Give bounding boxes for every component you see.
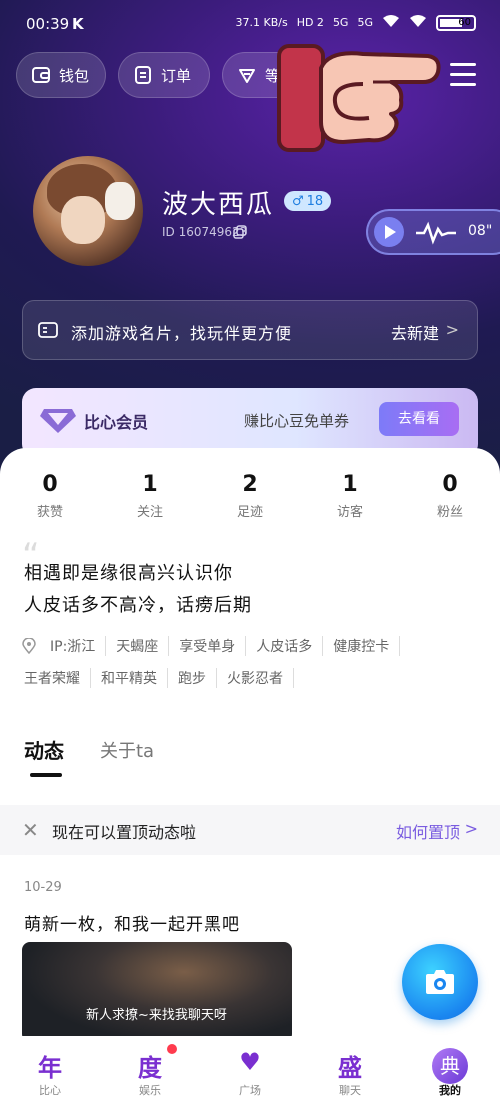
how-to-pin-link[interactable]: 如何置顶 [396, 819, 460, 843]
game-card-text: 添加游戏名片，找玩伴更方便 [71, 324, 293, 343]
nav-me[interactable]: 典 我的 [400, 1036, 500, 1109]
signal-icon: 5G [332, 16, 349, 29]
tag-item: 跑步 [168, 668, 217, 688]
tag-item: 享受单身 [169, 636, 247, 656]
nav-chat-icon: 盛 [338, 1054, 362, 1082]
copy-icon[interactable] [233, 225, 247, 239]
orders-label: 订单 [161, 66, 192, 85]
create-game-card-link[interactable]: 去新建 [391, 320, 439, 344]
level-icon [239, 69, 255, 83]
camera-button[interactable] [402, 944, 478, 1020]
bio-line: 相遇即是缘很高兴认识你 [24, 563, 233, 584]
post-image[interactable]: 新人求撩~来找我聊天呀 [22, 942, 292, 1042]
nav-entertainment-icon: 度 [138, 1054, 162, 1082]
camera-icon [426, 970, 454, 994]
tag-row: 王者荣耀 和平精英 跑步 火影忍者 [24, 668, 294, 688]
nav-entertainment[interactable]: 度 娱乐 [100, 1036, 200, 1109]
tag-item: 天蝎座 [106, 636, 170, 656]
net-speed: 37.1 KB/s [235, 16, 288, 29]
voice-duration: 08" [468, 223, 493, 239]
menu-icon[interactable] [450, 63, 476, 93]
nav-label: 比心 [39, 1084, 61, 1097]
status-time: 00:39 [26, 15, 70, 33]
signal-icon: 5G [357, 16, 373, 29]
play-icon[interactable] [374, 217, 404, 247]
tag-item: 火影忍者 [217, 668, 294, 688]
chevron-right-icon: > [464, 819, 478, 838]
diamond-icon [40, 409, 76, 433]
stats-row: 0 获赞 1 关注 2 足迹 1 访客 0 粉丝 [0, 472, 500, 520]
voice-intro[interactable]: 08" [366, 209, 500, 255]
tag-item: 健康控卡 [323, 636, 401, 656]
heart-icon: ♥ [239, 1048, 261, 1076]
nav-label: 娱乐 [139, 1084, 161, 1097]
nav-bixin[interactable]: 年 比心 [0, 1036, 100, 1109]
waveform-icon [416, 221, 456, 245]
chevron-right-icon: > [445, 320, 459, 339]
battery-level: 60 [458, 16, 471, 28]
nav-label: 广场 [239, 1084, 261, 1097]
order-icon [135, 66, 151, 84]
nav-square[interactable]: ♥ 广场 [200, 1036, 300, 1109]
tag-item: 和平精英 [91, 668, 168, 688]
bio: 相遇即是缘很高兴认识你 人皮话多不高冷，话痨后期 [24, 558, 252, 622]
tag-item: 王者荣耀 [24, 668, 91, 688]
wifi-icon [382, 14, 400, 31]
stat-fans[interactable]: 0 粉丝 [400, 472, 500, 520]
stat-footprints[interactable]: 2 足迹 [200, 472, 300, 520]
bottom-nav: 年 比心 度 娱乐 ♥ 广场 盛 聊天 典 我的 [0, 1036, 500, 1109]
close-icon[interactable]: ✕ [22, 818, 39, 842]
post-image-caption: 新人求撩~来找我聊天呀 [86, 1008, 227, 1023]
wallet-icon [32, 67, 50, 83]
stat-following[interactable]: 1 关注 [100, 472, 200, 520]
nav-chat[interactable]: 盛 聊天 [300, 1036, 400, 1109]
status-right: 37.1 KB/s HD 2 5G 5G 60 [235, 14, 476, 31]
post-date: 10-29 [24, 880, 62, 895]
pin-notice: ✕ 现在可以置顶动态啦 如何置顶 > [0, 805, 500, 855]
nav-label: 我的 [439, 1084, 461, 1097]
add-game-card[interactable]: 添加游戏名片，找玩伴更方便 去新建 > [22, 300, 478, 360]
pointing-hand-icon [277, 44, 441, 152]
nav-me-icon: 典 [432, 1048, 468, 1084]
gender-age-badge: ♂ 18 [284, 191, 332, 211]
age-value: 18 [306, 193, 324, 209]
nav-bixin-icon: 年 [38, 1054, 62, 1082]
tag-item: 人皮话多 [246, 636, 324, 656]
male-icon: ♂ [292, 193, 304, 209]
hd-icon: HD 2 [296, 16, 324, 29]
game-card-icon [38, 322, 58, 338]
content-tabs: 动态 关于ta [24, 735, 154, 777]
avatar[interactable] [33, 156, 143, 266]
battery-icon: 60 [436, 14, 476, 31]
nav-label: 聊天 [339, 1084, 361, 1097]
vip-title: 比心会员 [84, 413, 149, 432]
stat-visitors[interactable]: 1 访客 [300, 472, 400, 520]
orders-button[interactable]: 订单 [118, 52, 210, 98]
wallet-button[interactable]: 钱包 [16, 52, 106, 98]
post-text: 萌新一枚，和我一起开黑吧 [24, 915, 240, 935]
tag-row: IP:浙江 天蝎座 享受单身 人皮话多 健康控卡 [22, 636, 401, 656]
tag-ip: IP:浙江 [40, 636, 107, 656]
k-icon: K [72, 15, 84, 33]
stat-likes[interactable]: 0 获赞 [0, 472, 100, 520]
notice-text: 现在可以置顶动态啦 [52, 823, 197, 842]
vip-subtitle: 赚比心豆免单券 [244, 412, 350, 430]
tab-moments[interactable]: 动态 [24, 735, 64, 777]
vip-view-button[interactable]: 去看看 [379, 402, 459, 436]
bio-line: 人皮话多不高冷，话痨后期 [24, 595, 252, 616]
wallet-label: 钱包 [59, 66, 90, 85]
profile-name: 波大西瓜 [162, 190, 275, 220]
location-icon [22, 638, 36, 654]
notification-dot [167, 1044, 177, 1054]
profile-screen: 00:39 K 37.1 KB/s HD 2 5G 5G 60 钱包 订单 等 [0, 0, 500, 1109]
tab-about[interactable]: 关于ta [100, 735, 154, 764]
wifi-icon [409, 14, 427, 31]
